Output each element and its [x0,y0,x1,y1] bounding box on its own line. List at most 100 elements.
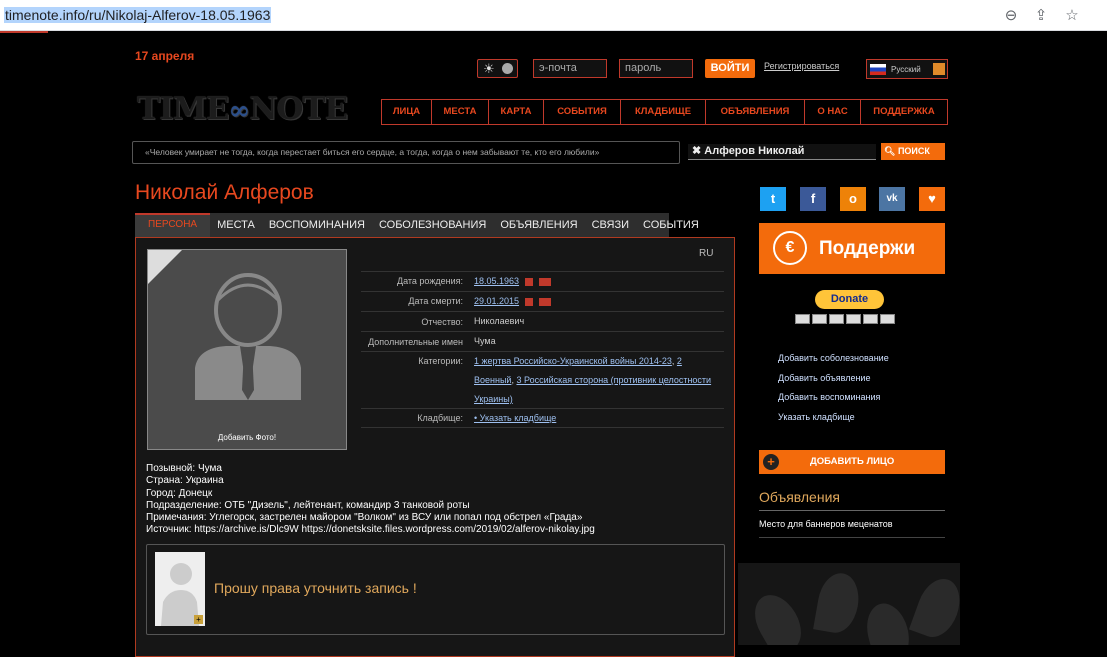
support-button[interactable]: € Поддержи [759,223,945,274]
add-ad-link[interactable]: Добавить объявление [778,373,870,383]
site-logo[interactable]: TIME∞NOTE [137,91,365,127]
cemetery-row: Кладбище: • Указать кладбище [361,408,724,428]
nav-events[interactable]: СОБЫТИЯ [544,100,621,124]
tab-links[interactable]: СВЯЗИ [585,213,636,237]
extra-name-label: Дополнительные имен [368,337,463,347]
photo-placeholder[interactable]: Добавить Фото! [147,249,347,450]
odnoklassniki-icon[interactable]: o [840,187,866,211]
tab-person[interactable]: ПЕРСОНА [135,213,211,237]
current-date: 17 апреля [135,49,195,63]
email-field[interactable]: э-почта [533,59,607,78]
calendar-icon[interactable] [525,297,534,306]
avatar: + [155,552,205,626]
url-field[interactable]: timenote.info/ru/Nikolaj-Alferov-18.05.1… [4,7,272,23]
add-photo-label: Добавить Фото! [217,433,277,442]
sponsor-banner [738,563,960,645]
note-line: Страна: Украина [146,475,224,487]
claim-record-box[interactable]: + Прошу права уточнить запись ! [146,544,725,635]
tab-ads[interactable]: ОБЪЯВЛЕНИЯ [493,213,584,237]
nav-map[interactable]: КАРТА [489,100,544,124]
categories-value: 1 жертва Российско-Украинской войны 2014… [474,352,714,409]
amex-icon [846,314,861,324]
calendar-icon[interactable] [525,277,534,286]
divider [759,510,945,511]
language-label: Русский [891,65,921,74]
payment-cards [795,314,895,324]
vk-icon[interactable]: vk [879,187,905,211]
page: 17 апреля ☀ э-почта пароль ВОЙТИ Регистр… [0,33,1107,657]
corner-ribbon [148,250,182,284]
share-icon[interactable]: ⇪ [1032,7,1050,25]
password-field[interactable]: пароль [619,59,693,78]
set-cemetery-link[interactable]: • Указать кладбище [474,413,556,423]
add-person-label: ДОБАВИТЬ ЛИЦО [810,456,895,467]
person-tabs: ПЕРСОНА МЕСТА ВОСПОМИНАНИЯ СОБОЛЕЗНОВАНИ… [135,213,699,237]
twitter-icon[interactable]: t [760,187,786,211]
search-input[interactable]: ✖ Алферов Николай [688,144,876,160]
card-icon [880,314,895,324]
claim-record-text[interactable]: Прошу права уточнить запись ! [214,580,417,596]
person-notes: Позывной: Чума Страна: Украина Город: До… [146,463,595,537]
note-line: Позывной: Чума [146,463,222,474]
note-line: Примечания: Углегорск, застрелен майором… [146,512,583,524]
nav-cemetery[interactable]: КЛАДБИЩЕ [621,100,706,124]
ads-text: Место для баннеров меценатов [759,519,893,529]
set-cemetery-sidebar-link[interactable]: Указать кладбище [778,412,855,422]
dropdown-icon [933,63,945,75]
nav-about[interactable]: О НАС [805,100,861,124]
leaf-shape [813,569,863,637]
death-date-link[interactable]: 29.01.2015 [474,296,519,306]
patronymic-label: Отчество: [421,317,463,327]
visa-icon [795,314,810,324]
register-link[interactable]: Регистрироваться [764,61,839,71]
plus-icon: + [194,615,203,624]
category-link[interactable]: 1 жертва Российско-Украинской войны 2014… [474,356,672,366]
facebook-icon[interactable]: f [800,187,826,211]
language-select[interactable]: Русский [866,59,948,79]
search-icon: 🔍︎ [884,146,896,156]
note-line: Город: Донецк [146,487,213,499]
star-icon[interactable]: ☆ [1063,7,1081,25]
logo-right: NOTE [249,91,348,127]
persons-icon[interactable] [539,277,552,286]
birth-label: Дата рождения: [397,276,463,286]
note-line: Подразделение: ОТБ "Дизель", лейтенант, … [146,499,470,511]
birth-value-wrap: 18.05.1963 [474,272,552,291]
birth-date-link[interactable]: 18.05.1963 [474,276,519,286]
birth-row: Дата рождения: 18.05.1963 [361,271,724,291]
flag-icon [870,64,886,75]
search-button[interactable]: 🔍︎ ПОИСК [881,143,945,160]
leaf-shape [860,598,916,645]
plus-circle-icon: + [763,454,779,470]
theme-toggle[interactable]: ☀ [477,59,518,78]
persons-icon[interactable] [539,297,552,306]
ads-title: Объявления [759,489,840,505]
add-condolence-link[interactable]: Добавить соболезнование [778,353,889,363]
add-memory-link[interactable]: Добавить воспоминания [778,392,880,402]
death-label: Дата смерти: [408,296,463,306]
person-panel: RU Добавить Фото! Дата рождения: 18.05.1… [135,237,735,657]
tab-events[interactable]: СОБЫТИЯ [636,213,706,237]
nav-people[interactable]: ЛИЦА [382,100,432,124]
patronymic-value: Николаевич [474,316,525,326]
paypal-donate-button[interactable]: Donate [815,290,884,309]
donate-hand-icon[interactable]: ♥ [919,187,945,211]
tab-condolences[interactable]: СОБОЛЕЗНОВАНИЯ [372,213,493,237]
search-value: Алферов Николай [704,145,805,157]
leaf-shape [745,587,811,645]
tab-places[interactable]: МЕСТА [210,213,262,237]
nav-places[interactable]: МЕСТА [432,100,489,124]
patronymic-row: Отчество: Николаевич [361,311,724,331]
add-person-button[interactable]: + ДОБАВИТЬ ЛИЦО [759,450,945,474]
mastercard-icon [812,314,827,324]
categories-row: Категории: 1 жертва Российско-Украинской… [361,351,724,408]
nav-support[interactable]: ПОДДЕРЖКА [861,100,947,124]
tab-memories[interactable]: ВОСПОМИНАНИЯ [262,213,372,237]
note-line: Источник: https://archive.is/Dlc9W https… [146,524,595,536]
extra-name-value: Чума [474,336,496,346]
nav-ads[interactable]: ОБЪЯВЛЕНИЯ [706,100,805,124]
login-button[interactable]: ВОЙТИ [705,59,755,78]
death-row: Дата смерти: 29.01.2015 [361,291,724,311]
zoom-icon[interactable]: ⊖ [1002,7,1020,25]
search-label: ПОИСК [897,146,930,156]
